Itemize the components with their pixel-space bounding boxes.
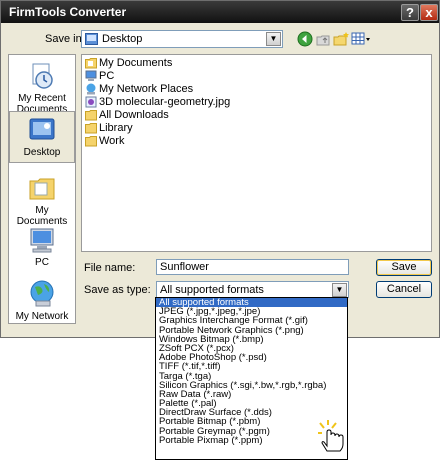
computer-icon xyxy=(30,228,54,253)
save-as-type-value: All supported formats xyxy=(160,284,264,296)
recent-documents-icon xyxy=(32,63,53,89)
documents-folder-icon xyxy=(29,178,55,200)
title-bar[interactable]: FirmTools Converter ? x xyxy=(1,1,439,23)
hand-cursor-icon xyxy=(318,420,344,452)
save-in-value: Desktop xyxy=(102,33,143,45)
folder-icon xyxy=(85,123,97,134)
network-globe-icon xyxy=(30,280,54,307)
save-button[interactable]: Save xyxy=(376,259,432,276)
save-as-type-label: Save as type: xyxy=(84,284,151,296)
folder-icon xyxy=(85,136,97,147)
places-bar: My Recent Documents Desktop My Documents xyxy=(8,54,76,324)
back-icon[interactable] xyxy=(297,31,313,47)
help-button[interactable]: ? xyxy=(401,4,419,21)
chevron-down-icon[interactable]: ▼ xyxy=(266,32,281,46)
window-title: FirmTools Converter xyxy=(9,5,127,19)
file-name: Work xyxy=(99,135,125,147)
computer-icon xyxy=(85,70,97,81)
place-pc[interactable]: PC xyxy=(9,225,75,268)
place-label: PC xyxy=(35,257,49,268)
file-name: PC xyxy=(99,70,115,82)
place-label: My Network xyxy=(15,311,69,322)
file-name-field[interactable]: Sunflower xyxy=(156,259,349,275)
place-my-network[interactable]: My Network xyxy=(9,277,75,322)
image-file-icon xyxy=(85,96,97,108)
save-in-dropdown[interactable]: Desktop ▼ xyxy=(81,30,283,48)
save-dialog: FirmTools Converter ? x Save in: Desktop… xyxy=(0,0,440,338)
documents-folder-icon xyxy=(85,58,97,69)
chevron-down-icon[interactable]: ▼ xyxy=(332,283,347,297)
new-folder-icon[interactable] xyxy=(333,31,349,47)
cancel-button[interactable]: Cancel xyxy=(376,281,432,298)
place-recent-documents[interactable]: My Recent Documents xyxy=(9,61,75,115)
desktop-icon xyxy=(85,33,98,45)
place-desktop[interactable]: Desktop xyxy=(9,111,75,163)
close-button[interactable]: x xyxy=(420,4,438,21)
views-menu-icon[interactable] xyxy=(351,31,371,47)
place-label: Desktop xyxy=(23,147,61,158)
place-label: My Documents xyxy=(16,205,68,227)
desktop-icon xyxy=(29,118,55,140)
file-list[interactable]: My Documents PC My Network Places 3D mol… xyxy=(81,54,432,252)
file-name: All Downloads xyxy=(99,109,169,121)
place-my-documents[interactable]: My Documents xyxy=(9,173,75,227)
file-name: 3D molecular-geometry.jpg xyxy=(99,96,231,108)
up-folder-icon[interactable] xyxy=(315,31,331,47)
network-icon xyxy=(86,83,96,95)
save-in-label: Save in: xyxy=(45,33,85,45)
file-name-label: File name: xyxy=(84,262,136,274)
folder-icon xyxy=(85,110,97,121)
file-name: Library xyxy=(99,122,133,134)
save-as-type-dropdown[interactable]: All supported formats ▼ xyxy=(156,281,349,298)
file-name: My Documents xyxy=(99,57,173,69)
file-name: My Network Places xyxy=(99,83,194,95)
